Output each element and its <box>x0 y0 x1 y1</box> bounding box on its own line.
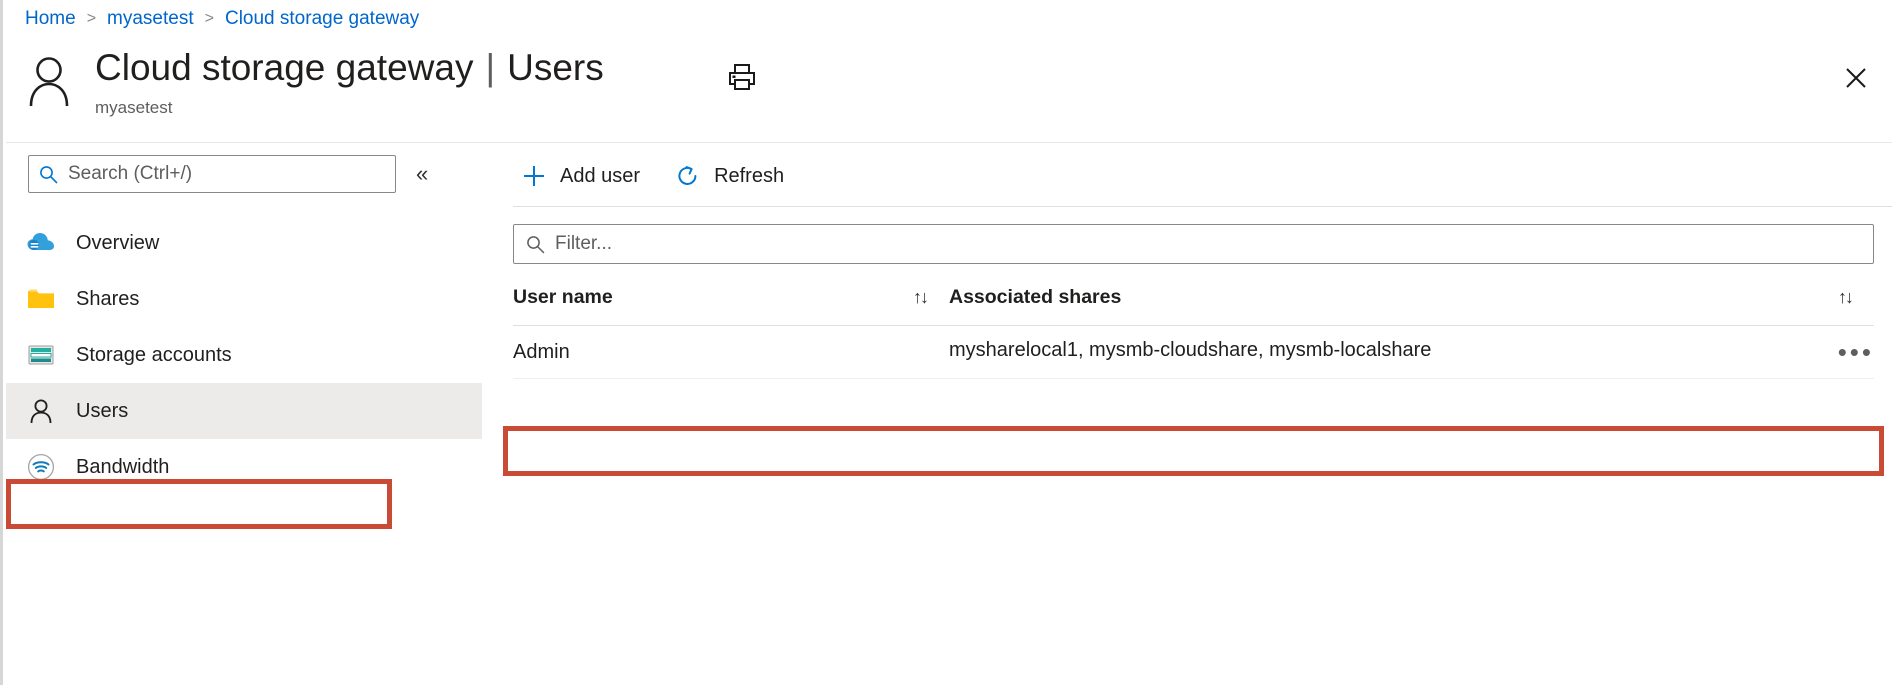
sidebar-item-bandwidth[interactable]: Bandwidth <box>6 439 482 495</box>
column-header-label: User name <box>513 286 613 308</box>
table-row[interactable]: Admin mysharelocal1, mysmb-cloudshare, m… <box>513 325 1874 379</box>
sidebar-item-overview[interactable]: Overview <box>6 215 482 271</box>
sidebar-nav-list: Overview Shares Storage accounts Users B… <box>6 215 482 495</box>
page-title-separator: | <box>485 47 496 88</box>
filter-input[interactable]: Filter... <box>513 224 1874 264</box>
sidebar-item-label: Bandwidth <box>76 455 170 478</box>
search-icon <box>39 165 58 184</box>
sort-updown-icon[interactable]: ↑↓ <box>913 287 929 308</box>
breadcrumb-item-cloud-storage-gateway[interactable]: Cloud storage gateway <box>225 8 419 30</box>
bandwidth-icon <box>26 452 56 482</box>
column-header-associated-shares[interactable]: Associated shares ↑↓ <box>949 286 1874 326</box>
sort-updown-icon[interactable]: ↑↓ <box>1838 287 1854 308</box>
user-avatar-icon <box>23 50 75 112</box>
page-title-section: Users <box>507 47 604 88</box>
page-title: Cloud storage gateway | Users <box>95 46 604 90</box>
plus-icon <box>520 162 548 190</box>
blade-header: Cloud storage gateway | Users myasetest <box>23 46 604 118</box>
search-placeholder: Search (Ctrl+/) <box>68 163 193 184</box>
azure-portal-blade: Home > myasetest > Cloud storage gateway… <box>0 0 1892 685</box>
refresh-button[interactable]: Refresh <box>674 157 784 195</box>
folder-icon <box>26 284 56 314</box>
column-header-user-name[interactable]: User name ↑↓ <box>513 286 949 326</box>
annotation-highlight-admin-row <box>503 426 1884 476</box>
column-header-label: Associated shares <box>949 286 1122 308</box>
add-user-label: Add user <box>560 164 641 187</box>
sidebar-search-row: Search (Ctrl+/) « <box>6 155 482 193</box>
cell-associated-shares: mysharelocal1, mysmb-cloudshare, mysmb-l… <box>949 325 1874 379</box>
user-icon <box>26 396 56 426</box>
refresh-label: Refresh <box>714 164 785 187</box>
header-divider <box>6 142 1892 143</box>
cloud-icon <box>26 228 56 258</box>
close-icon[interactable] <box>1838 60 1874 96</box>
cell-associated-shares-text: mysharelocal1, mysmb-cloudshare, mysmb-l… <box>949 339 1432 361</box>
sidebar-item-label: Overview <box>76 231 160 254</box>
sidebar-item-storage-accounts[interactable]: Storage accounts <box>6 327 482 383</box>
search-input[interactable]: Search (Ctrl+/) <box>28 155 396 193</box>
filter-placeholder: Filter... <box>555 233 613 254</box>
page-title-resource: Cloud storage gateway <box>95 47 474 88</box>
sidebar-item-users[interactable]: Users <box>6 383 482 439</box>
storage-account-icon <box>26 340 56 370</box>
cell-user-name: Admin <box>513 325 949 379</box>
blade-content: Add user Refresh Filter... User name ↑↓ … <box>503 155 1892 685</box>
breadcrumb-separator-icon: > <box>204 10 214 27</box>
filter-row: Filter... <box>503 207 1892 264</box>
breadcrumb-item-myasetest[interactable]: myasetest <box>107 8 194 30</box>
command-bar: Add user Refresh <box>503 155 1892 197</box>
breadcrumb-separator-icon: > <box>86 10 97 27</box>
more-options-icon[interactable]: ••• <box>1838 339 1874 365</box>
sidebar-item-shares[interactable]: Shares <box>6 271 482 327</box>
breadcrumb: Home > myasetest > Cloud storage gateway <box>25 4 419 34</box>
refresh-icon <box>674 162 702 190</box>
sidebar-item-label: Shares <box>76 287 140 310</box>
table-header-row: User name ↑↓ Associated shares ↑↓ <box>513 286 1874 326</box>
sidebar-item-label: Users <box>76 399 129 422</box>
users-table: User name ↑↓ Associated shares ↑↓ Admin <box>513 286 1874 379</box>
blade-sidebar: Search (Ctrl+/) « Overview Shares Storag… <box>6 155 482 685</box>
add-user-button[interactable]: Add user <box>520 157 640 195</box>
search-icon <box>526 235 545 254</box>
breadcrumb-item-home[interactable]: Home <box>25 8 76 30</box>
collapse-sidebar-icon[interactable]: « <box>416 163 428 185</box>
page-subtitle: myasetest <box>95 98 173 117</box>
printer-icon[interactable] <box>721 58 763 96</box>
sidebar-item-label: Storage accounts <box>76 343 232 366</box>
